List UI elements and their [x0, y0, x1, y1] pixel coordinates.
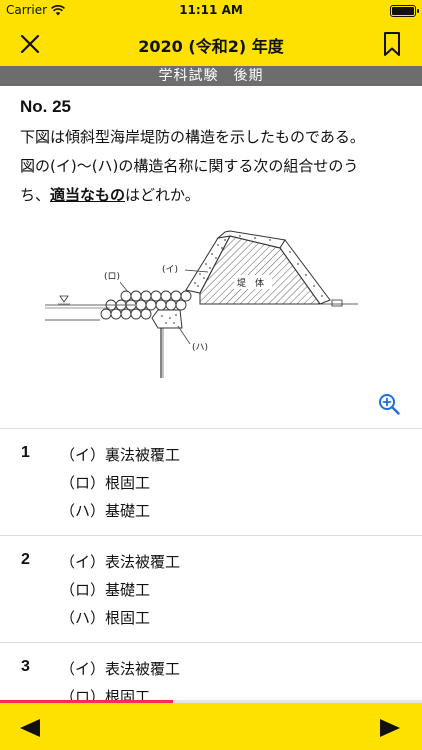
choice-lines: （イ）裏法被覆工 （ロ）根固工 （ハ）基礎工 — [60, 442, 180, 526]
choice-line-ro: （ロ）基礎工 — [60, 581, 151, 599]
choice-line-i: （イ）表法被覆工 — [60, 553, 181, 571]
choice-line-ro: （ロ）根固工 — [60, 474, 151, 492]
diagram-label-i: (イ) — [162, 265, 178, 275]
choice-number: 2 — [21, 551, 30, 568]
close-icon[interactable] — [18, 32, 42, 56]
choice-line-i: （イ）裏法被覆工 — [60, 446, 181, 464]
battery-icon — [390, 5, 419, 17]
question-line: 図の(イ)〜(ハ)の構造名称に関する次の組合せのう — [20, 157, 359, 175]
diagram-label-body: 堤 体 — [237, 277, 264, 289]
diagram-label-ro: (ロ) — [104, 272, 120, 282]
foundation — [151, 309, 183, 329]
drain-box — [331, 299, 343, 307]
choice-number: 1 — [21, 444, 30, 461]
question: No. 25 下図は傾斜型海岸堤防の構造を示したものである。 図の(イ)〜(ハ)… — [20, 97, 410, 210]
bottom-toolbar — [0, 703, 422, 750]
nav-bar: 2020 (令和2) 年度 — [0, 22, 422, 66]
choice-number: 3 — [21, 658, 30, 675]
bookmark-icon[interactable] — [382, 31, 402, 57]
status-bar: Carrier 11:11 AM — [0, 0, 422, 22]
leader-line-ha — [177, 325, 191, 345]
zoom-in-icon[interactable] — [377, 392, 401, 416]
exam-label: 学科試験 後期 — [0, 66, 422, 86]
question-line: 下図は傾斜型海岸堤防の構造を示したものである。 — [20, 128, 365, 146]
choice-line-i: （イ）表法被覆工 — [60, 660, 181, 678]
seawall-diagram: (イ) (ロ) (ハ) 堤 体 — [45, 230, 358, 378]
status-time: 11:11 AM — [179, 3, 243, 17]
water-level-icon — [59, 295, 69, 303]
answer-choice-2[interactable]: 2 （イ）表法被覆工 （ロ）基礎工 （ハ）根固工 — [0, 535, 422, 642]
question-text: 下図は傾斜型海岸堤防の構造を示したものである。 図の(イ)〜(ハ)の構造名称に関… — [20, 123, 410, 210]
previous-arrow-icon[interactable] — [18, 717, 42, 739]
diagram-label-ha: (ハ) — [192, 343, 208, 353]
question-text-pre: ち、 — [20, 186, 51, 204]
choice-line-ha: （ハ）基礎工 — [60, 502, 151, 520]
battery-level — [392, 7, 414, 15]
question-text-post: はどれか。 — [125, 186, 200, 204]
question-line: ち、適当なものはどれか。 — [20, 181, 410, 210]
choice-lines: （イ）表法被覆工 （ロ）基礎工 （ハ）根固工 — [60, 549, 180, 633]
choice-line-ha: （ハ）根固工 — [60, 609, 151, 627]
next-arrow-icon[interactable] — [378, 717, 402, 739]
question-emphasis: 適当なもの — [50, 186, 126, 204]
answer-choice-1[interactable]: 1 （イ）裏法被覆工 （ロ）根固工 （ハ）基礎工 — [0, 428, 422, 535]
page-title: 2020 (令和2) 年度 — [138, 37, 284, 56]
leader-line-ro — [119, 281, 129, 293]
question-number: No. 25 — [20, 97, 72, 116]
